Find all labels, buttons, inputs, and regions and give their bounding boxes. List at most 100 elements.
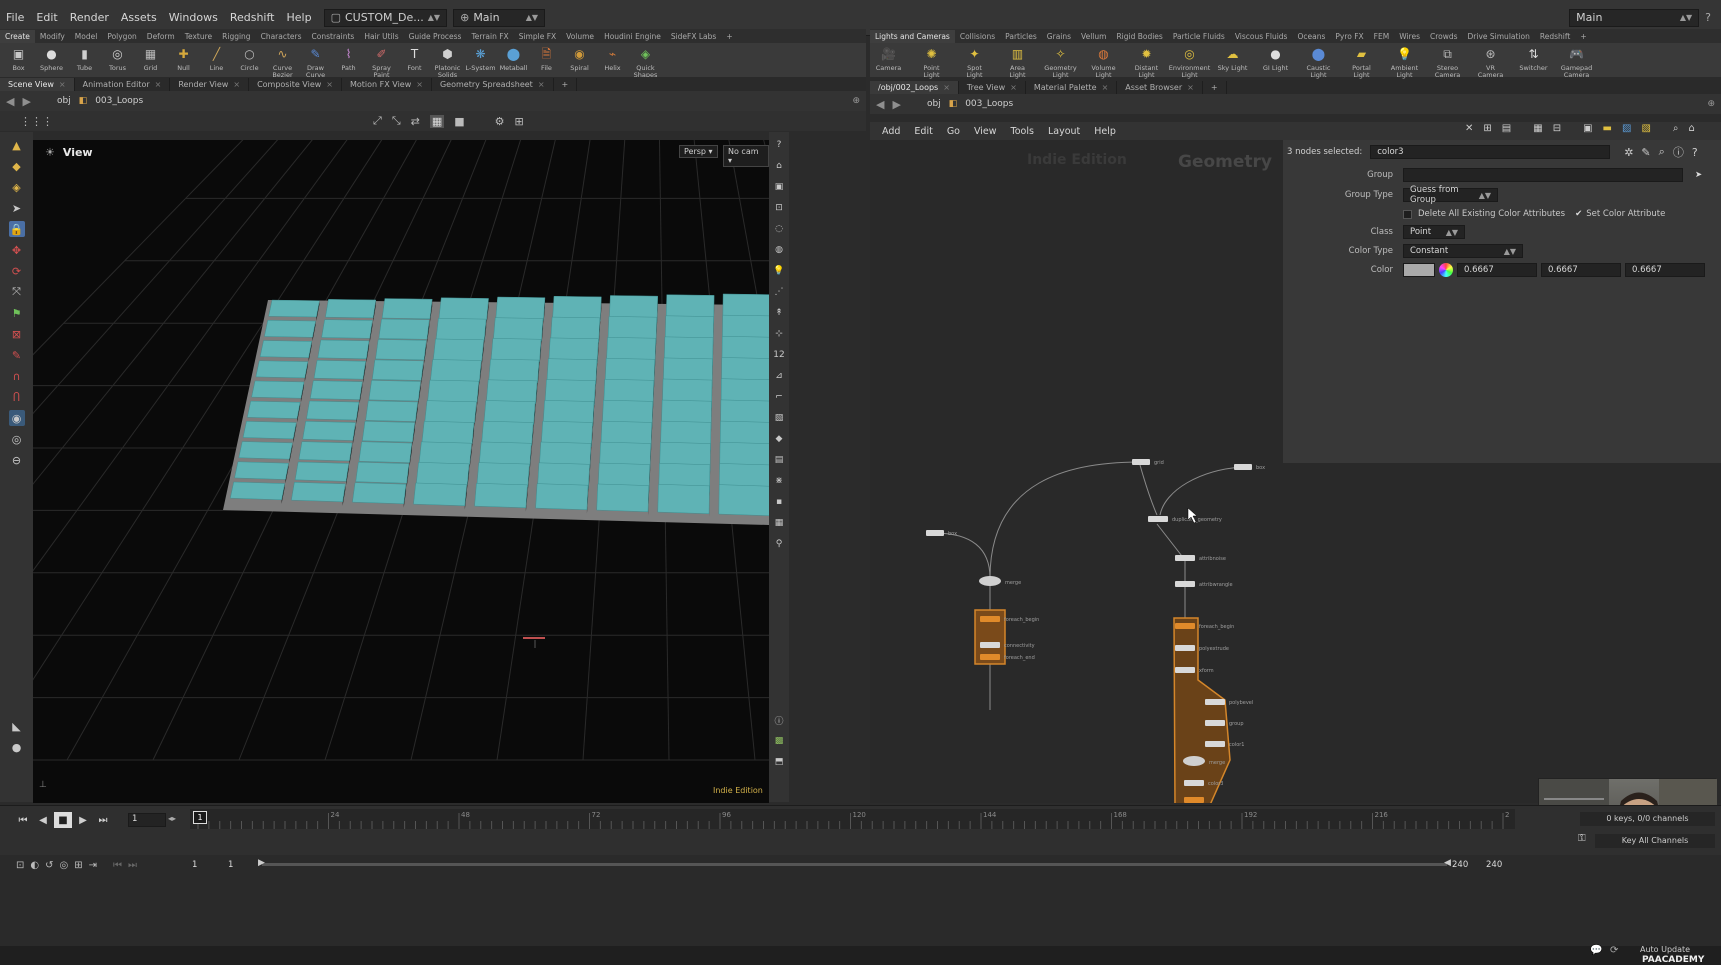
shelf-tab[interactable]: Redshift — [1535, 30, 1575, 43]
frame-icon[interactable]: ▣ — [771, 179, 787, 195]
add-tab-icon[interactable]: + — [1203, 81, 1227, 94]
node-box[interactable]: box — [926, 530, 957, 537]
viewport-canvas[interactable] — [33, 140, 769, 803]
shelf-tab[interactable]: Guide Process — [404, 30, 467, 43]
camera-button[interactable]: No cam ▾ — [723, 145, 769, 167]
image-icon[interactable]: ▣ — [1583, 123, 1592, 134]
sphere-display-icon[interactable]: ● — [9, 739, 25, 755]
help-icon[interactable]: ? — [1705, 11, 1711, 24]
pane-tab[interactable]: Motion FX View × — [342, 78, 432, 91]
shelf-tool-sky-light[interactable]: ☁ Sky Light — [1216, 43, 1249, 72]
particles-icon[interactable]: ⋇ — [771, 473, 787, 489]
shelf-tool-line[interactable]: ╱ Line — [200, 43, 233, 72]
snap-icon[interactable]: ⤡ — [392, 114, 401, 128]
snapshot-icon[interactable]: ⬒ — [771, 754, 787, 770]
back-arrow-icon[interactable]: ◀ — [6, 95, 14, 108]
display-options-icon[interactable]: ⊞ — [515, 115, 524, 128]
shelf-tab[interactable]: Drive Simulation — [1463, 30, 1535, 43]
close-icon[interactable]: × — [943, 83, 950, 92]
shelf-tool-font[interactable]: T Font — [398, 43, 431, 72]
close-icon[interactable]: × — [155, 80, 162, 89]
search-icon[interactable]: ⌕ — [1659, 145, 1665, 159]
pane-tab[interactable]: Render View × — [170, 78, 250, 91]
texture-icon[interactable]: ▤ — [771, 452, 787, 468]
close-icon[interactable]: × — [416, 80, 423, 89]
shelf-tab[interactable]: Particles — [1000, 30, 1042, 43]
end-frame[interactable]: 240 — [1452, 860, 1468, 870]
color-g-field[interactable]: 0.6667 — [1541, 263, 1621, 277]
key-icon[interactable]: ⚿ — [1578, 833, 1586, 844]
hide-icon[interactable]: ◌ — [771, 221, 787, 237]
range-slider[interactable] — [262, 863, 1447, 866]
node-box2[interactable]: box — [1234, 464, 1265, 471]
shelf-tool-quick-shapes[interactable]: ◈ Quick Shapes — [629, 43, 662, 79]
node-polyextrude[interactable]: polyextrude — [1175, 645, 1229, 652]
normals-icon[interactable]: ↟ — [771, 305, 787, 321]
jump-start-icon[interactable]: ⏮ — [14, 812, 32, 828]
play-icon[interactable]: ▶ — [74, 812, 92, 828]
shelf-tool-torus[interactable]: ◎ Torus — [101, 43, 134, 72]
shelf-tab[interactable]: Characters — [256, 30, 307, 43]
render-region-icon[interactable]: ◎ — [9, 431, 25, 447]
wireframe-icon[interactable]: ▦ — [429, 114, 445, 128]
group-select-arrow-icon[interactable]: ➤ — [1695, 170, 1702, 180]
vertex-icon[interactable]: ⊿ — [771, 368, 787, 384]
main-context-select[interactable]: ⊕ Main ▲▼ — [453, 8, 546, 27]
prev-key-icon[interactable]: ⏮ — [113, 860, 122, 871]
network-menu-edit[interactable]: Edit — [914, 126, 932, 137]
audio-icon[interactable]: ◐ — [30, 860, 39, 871]
shelf-tool-tube[interactable]: ▮ Tube — [68, 43, 101, 72]
select-mode-icon[interactable]: ▲ — [9, 137, 25, 153]
next-key-icon[interactable]: ⏭ — [128, 860, 137, 871]
display-icon[interactable]: ⇄ — [411, 115, 420, 128]
start-frame-2[interactable]: 1 — [228, 860, 233, 870]
shelf-tool-spray-paint[interactable]: ✐ Spray Paint — [365, 43, 398, 79]
scene-viewport[interactable]: ☀ View Persp ▾ No cam ▾ Indie Edition ⊥ — [33, 140, 769, 803]
shelf-tab[interactable]: Deform — [142, 30, 180, 43]
shelf-tab[interactable]: Model — [70, 30, 103, 43]
group-type-select[interactable]: Guess from Group ▲▼ — [1403, 185, 1498, 205]
shelf-tab[interactable]: Collisions — [955, 30, 1000, 43]
close-icon[interactable]: × — [538, 80, 545, 89]
shelf-tool-portal-light[interactable]: ▰ Portal Light — [1345, 43, 1378, 79]
range-start-handle[interactable]: ▶ — [258, 858, 265, 868]
grid-menu-icon[interactable]: ⋮⋮⋮ — [20, 115, 53, 128]
node-foreach-end2[interactable] — [1184, 797, 1204, 803]
node-group[interactable]: group — [1205, 720, 1244, 727]
camera-lock-icon[interactable]: ⚙ — [495, 115, 505, 128]
pane-tab[interactable]: Asset Browser × — [1117, 81, 1203, 94]
shelf-tab[interactable]: Rigid Bodies — [1111, 30, 1167, 43]
obj-path[interactable]: obj — [57, 96, 71, 106]
shelf-tool-spot-light[interactable]: ✦ Spot Light — [958, 43, 991, 79]
node-foreach-begin2[interactable]: foreach_begin — [1175, 623, 1234, 630]
shelf-tab[interactable]: Modify — [35, 30, 70, 43]
shelf-tool-circle[interactable]: ○ Circle — [233, 43, 266, 72]
ruler-icon[interactable]: ⊞ — [74, 860, 82, 871]
shelf-tool-switcher[interactable]: ⇅ Switcher — [1517, 43, 1550, 72]
shelf-tab[interactable]: Particle Fluids — [1168, 30, 1230, 43]
play-reverse-icon[interactable]: ◀ — [34, 812, 52, 828]
shelf-tab[interactable]: Hair Utils — [359, 30, 403, 43]
node-grid[interactable]: grid — [1132, 459, 1164, 466]
start-frame[interactable]: 1 — [192, 860, 197, 870]
shelf-tab[interactable]: Polygon — [102, 30, 141, 43]
shelf-tool-distant-light[interactable]: ✹ Distant Light — [1130, 43, 1163, 79]
node-attribnoise[interactable]: attribnoise — [1175, 555, 1226, 562]
object-mode-icon[interactable]: ◆ — [9, 158, 25, 174]
primitive-numbers-icon[interactable]: 12 — [771, 347, 787, 363]
wrench-icon[interactable]: ✎ — [1641, 146, 1650, 159]
shelf-tab[interactable]: Crowds — [1425, 30, 1463, 43]
loop-icon[interactable]: ↺ — [45, 860, 53, 871]
scene-light-icon[interactable]: ◣ — [9, 718, 25, 734]
shelf-tab[interactable]: Oceans — [1292, 30, 1330, 43]
color-type-select[interactable]: Constant ▲▼ — [1403, 244, 1523, 258]
node-polybevel[interactable]: polybevel — [1205, 699, 1253, 706]
current-frame-field[interactable]: 1 — [128, 813, 166, 827]
node-foreach-end[interactable]: foreach_end — [980, 654, 1035, 661]
shelf-tool-area-light[interactable]: ▥ Area Light — [1001, 43, 1034, 79]
stop-icon[interactable]: ■ — [54, 812, 72, 828]
shelf-tab[interactable]: Grains — [1042, 30, 1076, 43]
volume-icon[interactable]: ▪ — [771, 494, 787, 510]
shelf-tab[interactable]: Texture — [180, 30, 217, 43]
shelf-tab[interactable]: Volume — [561, 30, 599, 43]
